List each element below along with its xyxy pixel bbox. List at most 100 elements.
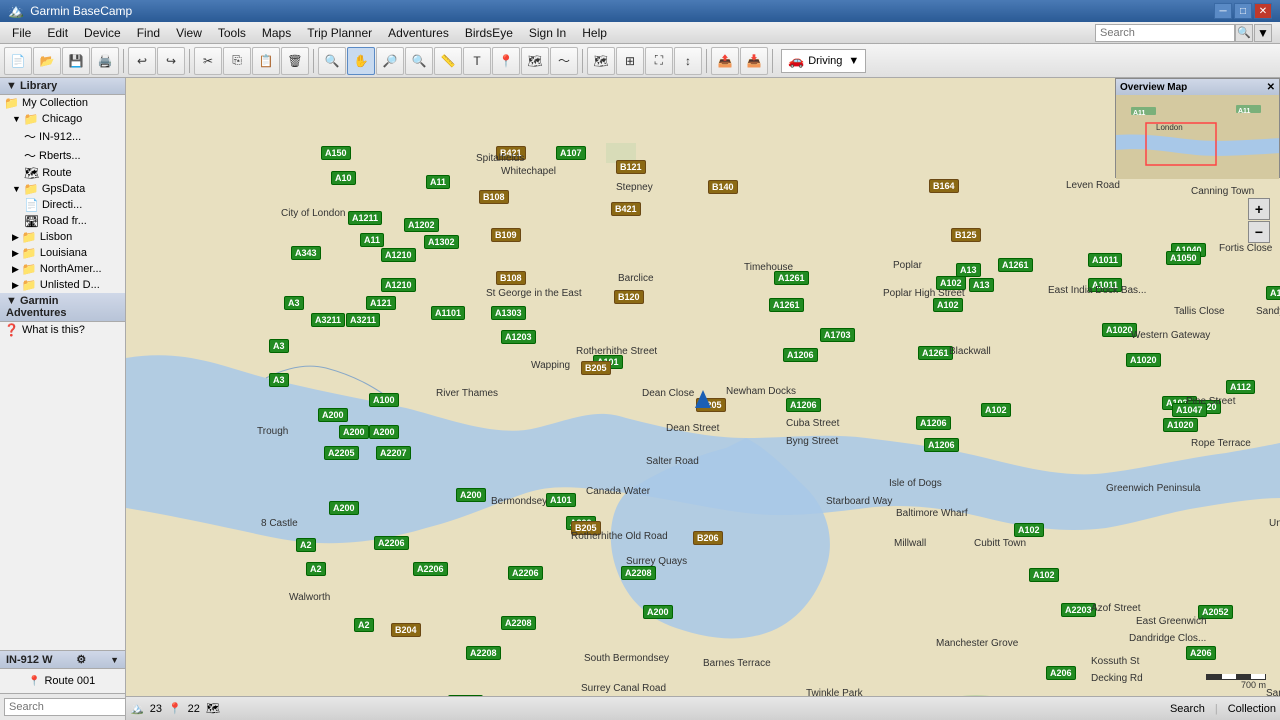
adventures-header[interactable]: ▼ Garmin Adventures [0,293,125,322]
road-sign-b421: B421 [611,202,641,216]
driving-label: Driving [808,55,842,67]
folder-louisiana[interactable]: ▶ 📁 Louisiana [0,245,125,261]
tb-new[interactable]: 📄 [4,47,32,75]
folder-gpsdata[interactable]: ▼ 📁 GpsData [0,181,125,197]
menu-device[interactable]: Device [76,22,129,43]
road-sign-a200: A200 [369,425,399,439]
menu-file[interactable]: File [4,22,39,43]
menu-help[interactable]: Help [574,22,615,43]
menu-find[interactable]: Find [129,22,168,43]
map-label-34: Dean Street [666,423,719,434]
road-sign-a150: A150 [321,146,351,160]
zoom-out-button[interactable]: − [1248,221,1270,243]
close-button[interactable]: ✕ [1254,3,1272,19]
folder-lisbon[interactable]: ▶ 📁 Lisbon [0,229,125,245]
tb-measure[interactable]: 📏 [434,47,462,75]
road-sign-a1040: A1040 [1171,243,1206,257]
track-in912[interactable]: 〜 IN-912... [0,127,125,146]
map-label-56: Decking Rd [1091,673,1143,684]
map-label-12: Millwall [894,538,926,549]
menu-edit[interactable]: Edit [39,22,76,43]
item-directi[interactable]: 📄 Directi... [0,197,125,213]
tb-redo[interactable]: ↪ [157,47,185,75]
tb-text[interactable]: T [463,47,491,75]
tb-zoom-out[interactable]: 🔍 [405,47,433,75]
road-sign-a1261: A1261 [774,271,809,285]
road-sign-a200: A200 [643,605,673,619]
zoom-in-button[interactable]: + [1248,198,1270,220]
tb-open[interactable]: 📂 [33,47,61,75]
tb-copy[interactable]: ⎘ [223,47,251,75]
tb-track[interactable]: 〜 [550,47,578,75]
road-sign-a2206: A2206 [413,562,448,576]
tb-route[interactable]: 🗺 [521,47,549,75]
tb-view-split[interactable]: ⊞ [616,47,644,75]
minimize-button[interactable]: ─ [1214,3,1232,19]
gear-icon[interactable]: ⚙ [76,653,86,666]
menu-maps[interactable]: Maps [254,22,299,43]
tb-undo[interactable]: ↩ [128,47,156,75]
folder-northamer[interactable]: ▶ 📁 NorthAmer... [0,261,125,277]
tb-fullscreen[interactable]: ⛶ [645,47,673,75]
tb-cut[interactable]: ✂ [194,47,222,75]
river-thames [126,78,1280,720]
road-sign-a3: A3 [284,296,304,310]
tb-sync[interactable]: ↕ [674,47,702,75]
menu-birdseye[interactable]: BirdsEye [457,22,521,43]
folder-unlisted[interactable]: ▶ 📁 Unlisted D... [0,277,125,293]
tb-waypoint[interactable]: 📍 [492,47,520,75]
item-roadfr[interactable]: 🛣 Road fr... [0,213,125,229]
menu-search-dropdown[interactable]: ▼ [1254,24,1272,42]
map-label-7: Canada Water [586,486,650,497]
road-sign-a1011: A1011 [1088,253,1122,267]
menu-search-input[interactable] [1095,24,1235,42]
menu-signin[interactable]: Sign In [521,22,574,43]
tb-hand[interactable]: ✋ [347,47,375,75]
detail-panel-header[interactable]: IN-912 W ⚙ ▼ [0,651,125,669]
folder-chicago[interactable]: ▼ 📁 Chicago [0,111,125,127]
tb-find[interactable]: 🔍 [318,47,346,75]
road-sign-b121: B121 [616,160,646,174]
tb-receive-device[interactable]: 📥 [740,47,768,75]
map-area[interactable]: A150A10A107B421A11A1202A1211A11A343A1210… [126,78,1280,720]
road-sign-a2052: A2052 [1198,605,1233,619]
library-header[interactable]: ▼ Library [0,78,125,95]
map-label-1: Whitechapel [501,166,556,177]
road-sign-a2205: A2205 [324,446,359,460]
menu-view[interactable]: View [168,22,210,43]
road-sign-a200: A200 [566,516,596,530]
tb-send-device[interactable]: 📤 [711,47,739,75]
zoom-controls: + − [1248,198,1270,243]
tb-view-map[interactable]: 🗺 [587,47,615,75]
road-sign-a11: A11 [426,175,450,189]
search-input[interactable] [4,698,126,716]
tb-print[interactable]: 🖨️ [91,47,119,75]
route-001[interactable]: 📍 Route 001 [0,673,125,689]
driving-dropdown[interactable]: 🚗 Driving ▼ [781,49,866,73]
road-sign-b108: B108 [496,271,526,285]
track-rberts[interactable]: 〜 Rberts... [0,146,125,165]
menu-search-button[interactable]: 🔍 [1235,24,1253,42]
tb-zoom-in[interactable]: 🔎 [376,47,404,75]
maximize-button[interactable]: □ [1234,3,1252,19]
road-sign-a2207: A2207 [376,446,411,460]
what-is-this[interactable]: ❓ What is this? [0,322,125,338]
menu-tools[interactable]: Tools [210,22,254,43]
road-sign-a11: A11 [360,233,384,247]
map-label-10: Walworth [289,592,330,603]
menu-adventures[interactable]: Adventures [380,22,457,43]
my-collection[interactable]: 📁 My Collection [0,95,125,111]
menu-trip-planner[interactable]: Trip Planner [299,22,380,43]
tb-save[interactable]: 💾 [62,47,90,75]
map-label-16: Poplar [893,260,922,271]
tb-delete[interactable]: 🗑 [281,47,309,75]
map-label-61: Tallis Close [1174,306,1225,317]
overview-close-button[interactable]: ✕ [1267,82,1275,93]
tb-paste[interactable]: 📋 [252,47,280,75]
status-bar: 🏔️ 23 📍 22 🗺 Search | Collection [126,696,1280,720]
map-label-5: Wapping [531,360,570,371]
nav-position-indicator [695,390,711,408]
road-sign-a1210: A1210 [381,248,416,262]
route-chicago[interactable]: 🗺 Route [0,165,125,181]
road-sign-a102: A102 [981,403,1011,417]
